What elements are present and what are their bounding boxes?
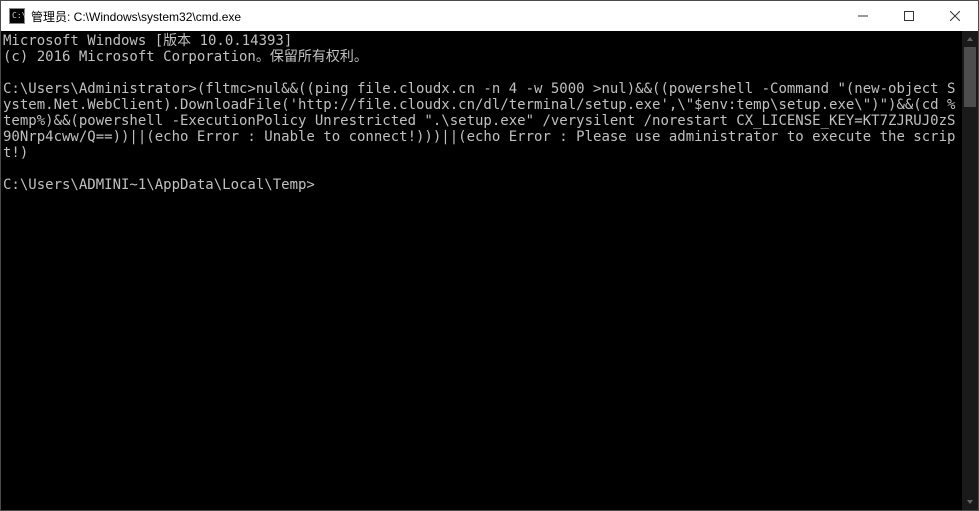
maximize-button[interactable] [886,1,932,31]
scroll-down-arrow[interactable] [962,494,978,510]
scroll-up-arrow[interactable] [962,31,978,47]
svg-text:C:\: C:\ [12,11,25,20]
vertical-scrollbar[interactable] [962,31,978,510]
minimize-button[interactable] [840,1,886,31]
close-button[interactable] [932,1,978,31]
scroll-thumb[interactable] [964,47,976,107]
terminal-area: Microsoft Windows [版本 10.0.14393] (c) 20… [1,31,978,510]
cmd-icon: C:\ [9,8,25,24]
terminal-output[interactable]: Microsoft Windows [版本 10.0.14393] (c) 20… [1,31,962,510]
titlebar[interactable]: C:\ 管理员: C:\Windows\system32\cmd.exe [1,1,978,31]
cmd-window: C:\ 管理员: C:\Windows\system32\cmd.exe Mic… [0,0,979,511]
window-title: 管理员: C:\Windows\system32\cmd.exe [31,8,840,25]
window-controls [840,1,978,31]
